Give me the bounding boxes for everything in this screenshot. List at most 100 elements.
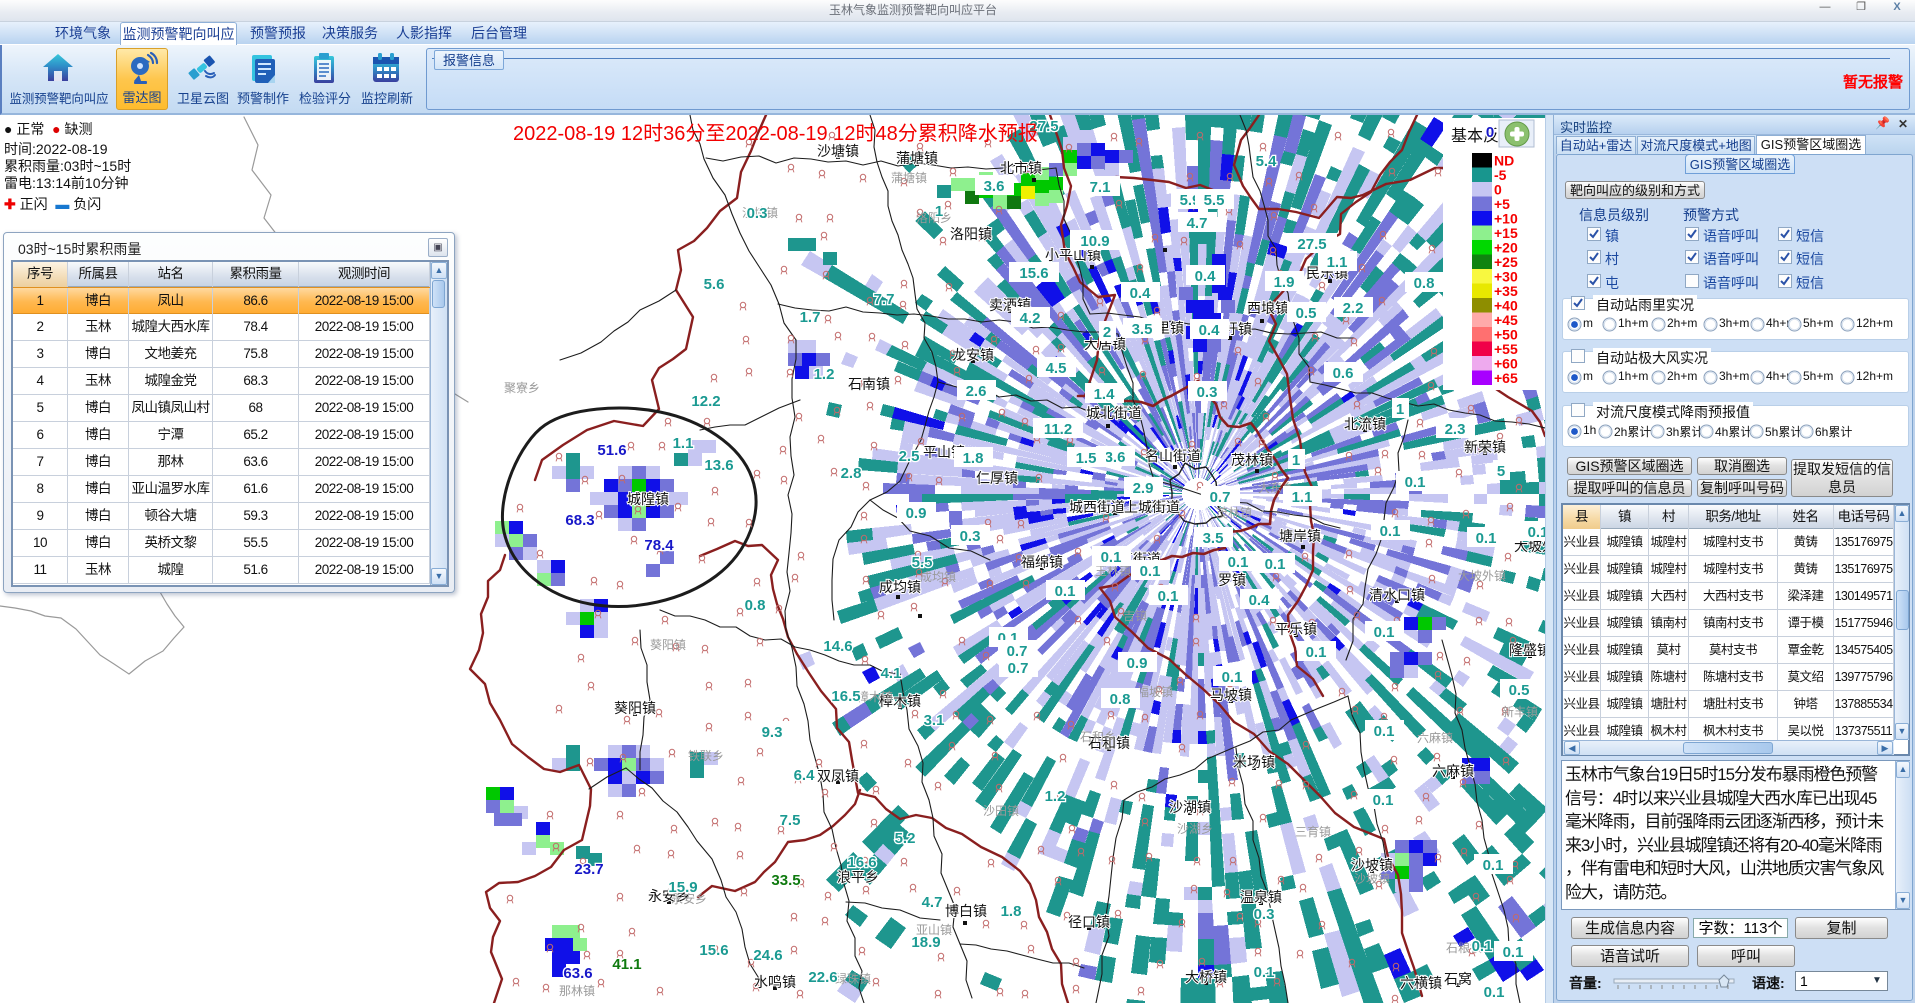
svg-text:0.4: 0.4 (1195, 268, 1217, 285)
svg-text:聚寮乡: 聚寮乡 (504, 380, 540, 395)
svg-text:9.3: 9.3 (762, 724, 783, 741)
svg-text:0.3: 0.3 (960, 528, 981, 545)
svg-text:沙湖乡: 沙湖乡 (1177, 821, 1213, 836)
svg-text:3.6: 3.6 (984, 178, 1005, 195)
svg-text:4.5: 4.5 (1046, 360, 1067, 377)
svg-text:68.3: 68.3 (565, 512, 594, 529)
svg-text:0: 0 (1486, 124, 1494, 141)
svg-text:2: 2 (1103, 324, 1111, 341)
svg-text:0.1: 0.1 (1503, 944, 1524, 961)
svg-text:城隍镇: 城隍镇 (627, 491, 669, 507)
svg-text:石和乡: 石和乡 (1080, 730, 1116, 744)
svg-text:仁厚镇: 仁厚镇 (976, 470, 1018, 486)
svg-text:33.5: 33.5 (771, 872, 800, 889)
svg-text:0.8: 0.8 (745, 597, 766, 614)
svg-text:2.2: 2.2 (1343, 300, 1364, 317)
svg-text:14.6: 14.6 (823, 638, 852, 655)
svg-text:0.5: 0.5 (1509, 682, 1530, 699)
svg-text:新荣镇: 新荣镇 (1464, 439, 1506, 455)
svg-text:0.7: 0.7 (1007, 643, 1028, 660)
svg-text:成均镇: 成均镇 (879, 579, 921, 595)
svg-text:0.1: 0.1 (1374, 723, 1395, 740)
svg-text:0.5: 0.5 (1296, 305, 1317, 322)
svg-text:北流镇: 北流镇 (1344, 416, 1386, 432)
svg-text:浪平乡: 浪平乡 (837, 869, 879, 885)
svg-text:16.5: 16.5 (831, 688, 860, 705)
svg-text:蒲塘镇: 蒲塘镇 (891, 170, 927, 185)
svg-text:4.2: 4.2 (1020, 310, 1041, 327)
svg-text:葵阳镇: 葵阳镇 (614, 700, 656, 716)
svg-text:铁联乡: 铁联乡 (688, 749, 724, 763)
svg-text:0.8: 0.8 (1110, 691, 1131, 708)
svg-text:2.8: 2.8 (841, 465, 862, 482)
svg-text:蒲塘镇: 蒲塘镇 (896, 150, 938, 166)
svg-text:0.3: 0.3 (1254, 906, 1275, 923)
svg-text:3.6: 3.6 (1105, 449, 1126, 466)
svg-text:沙坡镇: 沙坡镇 (1354, 872, 1390, 886)
svg-text:0.1: 0.1 (1055, 583, 1076, 600)
svg-text:沙湖镇: 沙湖镇 (1169, 799, 1211, 815)
svg-text:5.5: 5.5 (1204, 192, 1225, 209)
svg-text:0.1: 0.1 (1483, 857, 1504, 874)
svg-text:22.6: 22.6 (808, 969, 837, 986)
svg-text:米场镇: 米场镇 (1233, 754, 1275, 770)
svg-text:0.4: 0.4 (1130, 285, 1152, 302)
svg-text:2.6: 2.6 (966, 383, 987, 400)
svg-text:5.2: 5.2 (895, 830, 916, 847)
svg-text:1: 1 (935, 203, 943, 220)
svg-text:水鸣镇: 水鸣镇 (754, 974, 796, 990)
svg-text:上城街道: 上城街道 (1124, 499, 1180, 515)
svg-text:0.3: 0.3 (747, 205, 768, 222)
svg-text:4.7: 4.7 (922, 894, 943, 911)
svg-text:2.5: 2.5 (899, 448, 920, 465)
svg-text:0.9: 0.9 (906, 505, 927, 522)
svg-text:0.8: 0.8 (1414, 275, 1435, 292)
svg-text:1.8: 1.8 (963, 450, 984, 467)
svg-text:玉林镇: 玉林镇 (1095, 564, 1131, 578)
svg-text:0.1: 0.1 (1158, 588, 1179, 605)
svg-text:0.1: 0.1 (1265, 556, 1286, 573)
svg-text:2.3: 2.3 (1445, 421, 1466, 438)
svg-text:24.6: 24.6 (753, 947, 782, 964)
svg-text:名山街道: 名山街道 (1145, 448, 1201, 464)
svg-text:0.1: 0.1 (1140, 563, 1161, 580)
svg-text:7.5: 7.5 (780, 812, 801, 829)
svg-text:吉镇: 吉镇 (1123, 609, 1147, 623)
svg-text:龙安镇: 龙安镇 (952, 347, 994, 363)
svg-text:51.6: 51.6 (597, 442, 626, 459)
svg-text:博白镇: 博白镇 (945, 903, 987, 919)
svg-text:茂林镇: 茂林镇 (1216, 506, 1252, 520)
svg-text:27.5: 27.5 (1297, 236, 1326, 253)
svg-text:沙坡镇: 沙坡镇 (1351, 857, 1393, 873)
svg-text:3.5: 3.5 (1203, 530, 1224, 547)
svg-text:4.7: 4.7 (1187, 215, 1208, 232)
svg-text:葵阳镇: 葵阳镇 (650, 638, 686, 652)
svg-text:15.6: 15.6 (699, 942, 728, 959)
svg-text:1.2: 1.2 (814, 366, 835, 383)
svg-text:0.1: 0.1 (1373, 792, 1394, 809)
svg-text:41.1: 41.1 (612, 956, 641, 973)
svg-text:0.1: 0.1 (1405, 474, 1426, 491)
svg-text:1.8: 1.8 (1001, 903, 1022, 920)
svg-text:福绵镇: 福绵镇 (1021, 554, 1063, 570)
svg-text:1.2: 1.2 (1045, 788, 1066, 805)
svg-text:23.7: 23.7 (574, 861, 603, 878)
svg-text:石窝: 石窝 (1444, 971, 1472, 987)
svg-text:福坡镇: 福坡镇 (1137, 684, 1173, 699)
svg-text:2.9: 2.9 (1133, 480, 1154, 497)
svg-text:16.6: 16.6 (847, 854, 876, 871)
svg-text:三育镇: 三育镇 (1295, 824, 1331, 839)
svg-text:5.4: 5.4 (1256, 153, 1278, 170)
svg-text:1.4: 1.4 (1094, 386, 1116, 403)
svg-text:3.5: 3.5 (1132, 321, 1153, 338)
svg-text:0.3: 0.3 (1197, 384, 1218, 401)
svg-text:0.1: 0.1 (1374, 624, 1395, 641)
svg-text:城西街道: 城西街道 (1069, 499, 1125, 515)
svg-text:0.1: 0.1 (1528, 524, 1545, 541)
svg-text:清水口镇: 清水口镇 (1369, 587, 1425, 603)
svg-text:15.9: 15.9 (668, 879, 697, 896)
svg-text:双凤镇: 双凤镇 (817, 768, 859, 784)
svg-text:15.6: 15.6 (1019, 265, 1048, 282)
svg-text:洛阳镇: 洛阳镇 (950, 226, 992, 242)
svg-text:0.1: 0.1 (1222, 669, 1243, 686)
